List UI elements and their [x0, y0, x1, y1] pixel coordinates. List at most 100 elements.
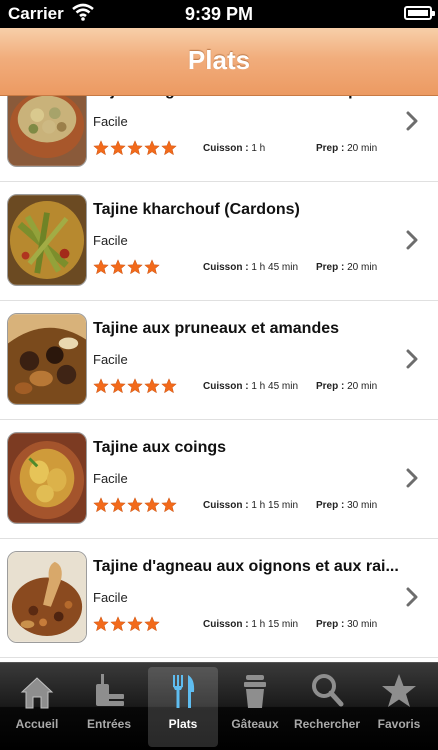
cook-time-label: Cuisson :	[203, 619, 249, 630]
recipe-row[interactable]: Tajine aux coings Facile Cuisson : 1 h 1…	[0, 420, 438, 539]
tab-label: Favoris	[377, 717, 421, 731]
cook-time-value: 1 h 15 min	[251, 619, 299, 630]
navigation-bar: Plats	[0, 28, 438, 96]
tab-plats[interactable]: Plats	[148, 667, 218, 747]
tajine-coings-photo	[7, 432, 87, 524]
tab-favoris[interactable]: Favoris	[364, 667, 434, 747]
recipe-row[interactable]: Tajine d'agneau aux oignons et aux rai..…	[0, 539, 438, 658]
prep-time: Prep : 30 min	[316, 619, 377, 630]
rating-stars	[93, 140, 177, 158]
tab-gateaux[interactable]: Gâteaux	[220, 667, 290, 747]
prep-time-value: 30 min	[347, 500, 378, 511]
prep-time-label: Prep :	[316, 381, 345, 392]
rating-star-icon	[127, 616, 143, 634]
recipe-list-content: Tajine d'agneau aux artichauts et petit.…	[0, 96, 438, 658]
recipe-row[interactable]: Tajine aux pruneaux et amandes Facile Cu…	[0, 301, 438, 420]
rating-star-icon	[161, 378, 177, 396]
rating-stars	[93, 616, 160, 634]
rating-star-icon	[127, 497, 143, 515]
recipe-row[interactable]: Tajine kharchouf (Cardons) Facile Cuisso…	[0, 182, 438, 301]
cook-time: Cuisson : 1 h 15 min	[203, 500, 298, 511]
chevron-right-icon[interactable]	[406, 587, 419, 607]
recipe-difficulty: Facile	[93, 352, 128, 367]
clock: 9:39 PM	[184, 4, 254, 24]
rating-star-icon	[144, 378, 160, 396]
tab-rechercher[interactable]: Rechercher	[292, 667, 362, 747]
cook-time-value: 1 h 45 min	[251, 262, 299, 273]
tajine-pruneaux-photo	[7, 313, 87, 405]
tab-bar: Accueil Entrées Plats Gâteaux Rechercher…	[0, 662, 438, 750]
recipe-name: Tajine d'agneau aux artichauts et petit.…	[93, 96, 411, 100]
prep-time: Prep : 20 min	[316, 143, 377, 154]
rating-star-icon	[93, 378, 109, 396]
prep-time-label: Prep :	[316, 500, 345, 511]
rating-star-icon	[110, 140, 126, 158]
rating-star-icon	[127, 140, 143, 158]
prep-time-label: Prep :	[316, 143, 345, 154]
recipe-difficulty: Facile	[93, 233, 128, 248]
tajine-cardons-photo	[7, 194, 87, 286]
cook-time: Cuisson : 1 h 45 min	[203, 381, 298, 392]
cook-time: Cuisson : 1 h 45 min	[203, 262, 298, 273]
recipe-name: Tajine aux coings	[93, 439, 227, 456]
chevron-right-icon[interactable]	[406, 111, 419, 131]
fork-knife-icon	[165, 671, 201, 711]
rating-star-icon	[110, 616, 126, 634]
status-bar: Carrier 9:39 PM	[0, 0, 438, 28]
recipe-list[interactable]: Tajine d'agneau aux artichauts et petit.…	[0, 96, 438, 662]
cook-time-value: 1 h	[251, 143, 266, 154]
cake-icon	[237, 671, 273, 711]
cook-time: Cuisson : 1 h 15 min	[203, 619, 298, 630]
rating-star-icon	[144, 616, 160, 634]
prep-time-value: 20 min	[347, 262, 378, 273]
prep-time-value: 30 min	[347, 619, 378, 630]
prep-time-label: Prep :	[316, 619, 345, 630]
rating-star-icon	[161, 497, 177, 515]
recipe-name: Tajine d'agneau aux oignons et aux rai..…	[93, 558, 399, 575]
rating-star-icon	[127, 378, 143, 396]
rating-star-icon	[93, 497, 109, 515]
cook-time-value: 1 h 45 min	[251, 381, 299, 392]
recipe-row[interactable]: Tajine d'agneau aux artichauts et petit.…	[0, 96, 438, 182]
home-icon	[19, 671, 55, 711]
chevron-right-icon[interactable]	[406, 230, 419, 250]
cook-time: Cuisson : 1 h	[203, 143, 265, 154]
cook-time-label: Cuisson :	[203, 143, 249, 154]
recipe-difficulty: Facile	[93, 590, 128, 605]
page-title: Plats	[187, 45, 251, 75]
cook-time-value: 1 h 15 min	[251, 500, 299, 511]
prep-time-value: 20 min	[347, 381, 378, 392]
battery-icon	[404, 6, 435, 20]
tab-entrees[interactable]: Entrées	[74, 667, 144, 747]
rating-star-icon	[161, 140, 177, 158]
star-icon	[381, 671, 417, 711]
recipe-difficulty: Facile	[93, 114, 128, 129]
tab-accueil[interactable]: Accueil	[2, 667, 72, 747]
prep-time: Prep : 20 min	[316, 381, 377, 392]
rating-star-icon	[110, 259, 126, 277]
rating-star-icon	[93, 616, 109, 634]
rating-stars	[93, 259, 160, 277]
tajine-oignons-photo	[7, 551, 87, 643]
rating-stars	[93, 497, 177, 515]
rating-star-icon	[144, 497, 160, 515]
tajine-artichauts-photo	[7, 96, 87, 167]
recipe-name: Tajine aux pruneaux et amandes	[93, 320, 340, 337]
rating-star-icon	[93, 259, 109, 277]
cook-time-label: Cuisson :	[203, 262, 249, 273]
rating-star-icon	[93, 140, 109, 158]
drink-plate-icon	[91, 671, 127, 711]
cook-time-label: Cuisson :	[203, 500, 249, 511]
recipe-name: Tajine kharchouf (Cardons)	[93, 201, 300, 218]
rating-star-icon	[110, 378, 126, 396]
prep-time-label: Prep :	[316, 262, 345, 273]
rating-star-icon	[127, 259, 143, 277]
cook-time-label: Cuisson :	[203, 381, 249, 392]
prep-time-value: 20 min	[347, 143, 378, 154]
rating-star-icon	[144, 259, 160, 277]
recipe-difficulty: Facile	[93, 471, 128, 486]
search-icon	[309, 671, 345, 711]
rating-star-icon	[110, 497, 126, 515]
chevron-right-icon[interactable]	[406, 349, 419, 369]
chevron-right-icon[interactable]	[406, 468, 419, 488]
